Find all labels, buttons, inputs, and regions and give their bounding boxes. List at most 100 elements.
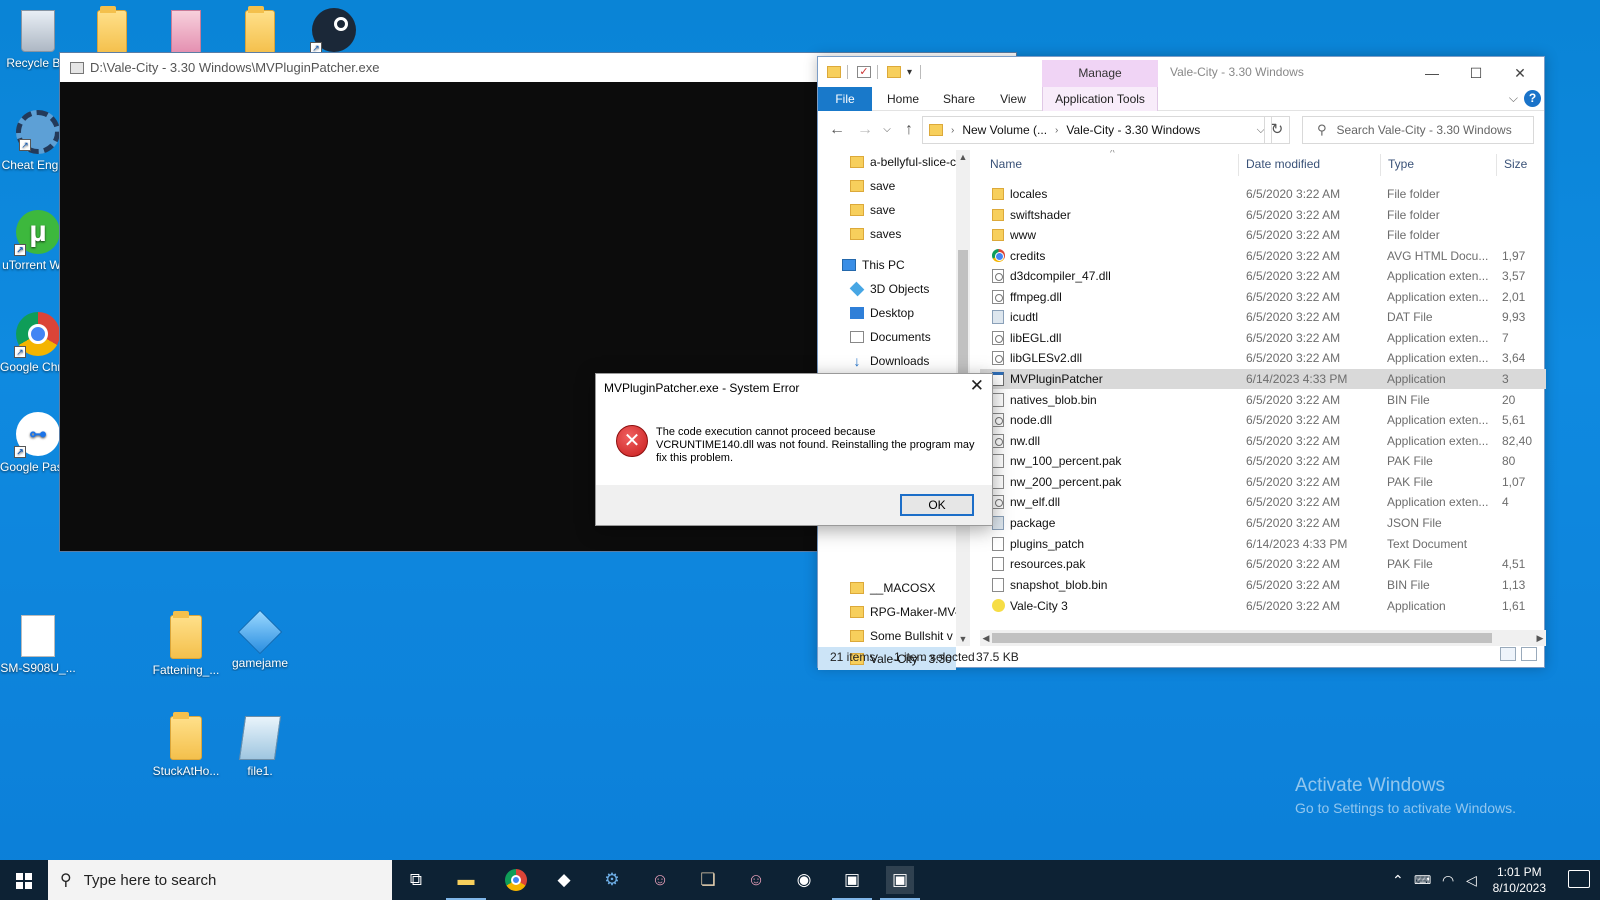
- table-row-selected[interactable]: MVPluginPatcher 6/14/2023 4:33 PM Applicat…: [980, 369, 1546, 389]
- refresh-icon[interactable]: ↻: [1264, 116, 1290, 144]
- column-divider[interactable]: [1380, 154, 1381, 176]
- tab-application-tools[interactable]: Application Tools: [1042, 87, 1158, 111]
- table-row[interactable]: nw_100_percent.pak 6/5/2020 3:22 AM PAK Fi…: [980, 451, 1546, 471]
- diamond-app-taskbar-icon[interactable]: ◆: [550, 866, 578, 894]
- table-row[interactable]: nw_elf.dll 6/5/2020 3:22 AM Application ex…: [980, 492, 1546, 512]
- table-row[interactable]: swiftshader 6/5/2020 3:22 AM File folder: [980, 205, 1546, 225]
- file-explorer-taskbar-icon[interactable]: ▬: [446, 866, 486, 900]
- desktop-icon-file1[interactable]: file1.: [222, 716, 298, 779]
- table-row[interactable]: ffmpeg.dll 6/5/2020 3:22 AM Application ex…: [980, 287, 1546, 307]
- table-row[interactable]: node.dll 6/5/2020 3:22 AM Application exte…: [980, 410, 1546, 430]
- forward-arrow-icon[interactable]: →: [854, 120, 876, 140]
- tab-share[interactable]: Share: [934, 87, 984, 111]
- task-view-icon[interactable]: ⧉: [402, 866, 430, 894]
- dialog-close-button[interactable]: ✕: [970, 376, 984, 396]
- scroll-down-icon[interactable]: ▼: [956, 634, 970, 644]
- taskbar-search-box[interactable]: ⚲ Type here to search: [48, 860, 392, 900]
- nav-item-this-pc[interactable]: This PC: [818, 253, 956, 276]
- column-divider[interactable]: [1496, 154, 1497, 176]
- new-folder-icon[interactable]: [887, 66, 901, 78]
- nav-item[interactable]: a-bellyful-slice-c: [818, 150, 956, 173]
- table-row[interactable]: www 6/5/2020 3:22 AM File folder: [980, 225, 1546, 245]
- scrollbar-thumb[interactable]: [992, 633, 1492, 643]
- minimize-button[interactable]: —: [1410, 61, 1454, 85]
- table-row[interactable]: Vale-City 3 6/5/2020 3:22 AM Application 1,…: [980, 596, 1546, 616]
- input-indicator-icon[interactable]: ⌨: [1414, 860, 1431, 900]
- table-row[interactable]: d3dcompiler_47.dll 6/5/2020 3:22 AM Applic…: [980, 266, 1546, 286]
- scroll-up-icon[interactable]: ▲: [956, 152, 970, 162]
- scroll-left-icon[interactable]: ◀: [980, 630, 992, 646]
- table-row[interactable]: natives_blob.bin 6/5/2020 3:22 AM BIN File…: [980, 390, 1546, 410]
- game-character-taskbar-icon[interactable]: ☺: [646, 866, 674, 894]
- table-row[interactable]: nw_200_percent.pak 6/5/2020 3:22 AM PAK Fi…: [980, 472, 1546, 492]
- desktop-icon-gamejame[interactable]: gamejame: [222, 609, 298, 671]
- maximize-button[interactable]: ☐: [1454, 61, 1498, 85]
- file-list-horizontal-scrollbar[interactable]: ◀ ▶: [980, 630, 1546, 646]
- close-button[interactable]: ✕: [1498, 61, 1542, 85]
- nav-item[interactable]: __MACOSX: [818, 576, 956, 599]
- desktop-icon-steam[interactable]: ↗: [296, 8, 372, 56]
- cheat-engine-taskbar-icon[interactable]: ⚙: [598, 866, 626, 894]
- column-header-name[interactable]: Name: [990, 150, 1022, 178]
- scroll-right-icon[interactable]: ▶: [1534, 630, 1546, 646]
- tab-home[interactable]: Home: [878, 87, 928, 111]
- table-row[interactable]: libEGL.dll 6/5/2020 3:22 AM Application ex…: [980, 328, 1546, 348]
- folder-icon[interactable]: [827, 66, 841, 78]
- table-row[interactable]: package 6/5/2020 3:22 AM JSON File: [980, 513, 1546, 533]
- nav-item-documents[interactable]: Documents: [818, 325, 956, 348]
- book-app-taskbar-icon[interactable]: ❏: [694, 866, 722, 894]
- table-row[interactable]: locales 6/5/2020 3:22 AM File folder: [980, 184, 1546, 204]
- show-hidden-icons-chevron-icon[interactable]: ⌃: [1392, 860, 1404, 900]
- table-row[interactable]: icudtl 6/5/2020 3:22 AM DAT File 9,93: [980, 307, 1546, 327]
- help-icon[interactable]: ?: [1524, 90, 1541, 107]
- desktop-icon-fattening[interactable]: Fattening_...: [148, 611, 224, 678]
- customize-toolbar-icon[interactable]: ▾: [907, 67, 912, 78]
- table-row[interactable]: snapshot_blob.bin 6/5/2020 3:22 AM BIN Fil…: [980, 575, 1546, 595]
- search-input[interactable]: ⚲ Search Vale-City - 3.30 Windows: [1302, 116, 1534, 144]
- desktop-icon-stuckatho[interactable]: StuckAtHo...: [148, 712, 224, 779]
- nav-item-desktop[interactable]: Desktop: [818, 301, 956, 324]
- google-passwords-taskbar-icon[interactable]: ◉: [790, 866, 818, 894]
- file-explorer-window[interactable]: ✓ ▾ Manage Vale-City - 3.30 Windows — ☐ …: [817, 56, 1546, 670]
- desktop-icon-top-folder-2[interactable]: [222, 6, 298, 58]
- up-arrow-icon[interactable]: ↑: [898, 120, 920, 140]
- properties-check-icon[interactable]: ✓: [857, 66, 871, 78]
- nav-item[interactable]: save: [818, 198, 956, 221]
- start-button[interactable]: [0, 860, 48, 900]
- table-row[interactable]: plugins_patch 6/14/2023 4:33 PM Text Docum…: [980, 534, 1546, 554]
- console-taskbar-icon[interactable]: ▣: [832, 866, 872, 900]
- chevron-right-icon[interactable]: ›: [951, 125, 954, 136]
- back-arrow-icon[interactable]: ←: [826, 120, 848, 140]
- ok-button[interactable]: OK: [900, 494, 974, 516]
- nav-item[interactable]: RPG-Maker-MV-: [818, 600, 956, 623]
- column-header-date[interactable]: Date modified: [1246, 150, 1320, 178]
- desktop-icon-top-image[interactable]: [148, 10, 224, 58]
- notification-center-icon[interactable]: [1568, 870, 1590, 888]
- file-list[interactable]: ^ Name Date modified Type Size locales 6/…: [980, 150, 1546, 630]
- nav-item[interactable]: saves: [818, 222, 956, 245]
- table-row[interactable]: resources.pak 6/5/2020 3:22 AM PAK File 4,5…: [980, 554, 1546, 574]
- breadcrumb-vale-city[interactable]: Vale-City - 3.30 Windows: [1066, 123, 1200, 137]
- table-row[interactable]: credits 6/5/2020 3:22 AM AVG HTML Docu... 1…: [980, 246, 1546, 266]
- system-error-dialog[interactable]: MVPluginPatcher.exe - System Error ✕ ✕ T…: [595, 373, 993, 526]
- volume-speaker-icon[interactable]: ◁: [1466, 860, 1477, 900]
- expand-ribbon-icon[interactable]: ⌵: [1509, 91, 1518, 106]
- system-clock[interactable]: 1:01 PM 8/10/2023: [1493, 864, 1546, 896]
- desktop-icon-sm-s908u[interactable]: SM-S908U_...: [0, 615, 76, 676]
- column-header-type[interactable]: Type: [1388, 150, 1414, 178]
- recent-locations-chevron-icon[interactable]: ⌵: [876, 120, 898, 140]
- nav-item-downloads[interactable]: ↓ Downloads: [818, 349, 956, 372]
- column-divider[interactable]: [1238, 154, 1239, 176]
- details-view-icon[interactable]: [1500, 647, 1516, 661]
- game-character-2-taskbar-icon[interactable]: ☺: [742, 866, 770, 894]
- chevron-right-icon[interactable]: ›: [1055, 125, 1058, 136]
- breadcrumb-new-volume[interactable]: New Volume (...: [962, 123, 1047, 137]
- chrome-taskbar-icon[interactable]: [502, 866, 530, 894]
- table-row[interactable]: nw.dll 6/5/2020 3:22 AM Application exten.…: [980, 431, 1546, 451]
- tab-view[interactable]: View: [990, 87, 1036, 111]
- tab-file[interactable]: File: [818, 87, 872, 111]
- desktop-icon-top-folder-1[interactable]: [74, 6, 150, 58]
- nav-item-3d-objects[interactable]: 3D Objects: [818, 277, 956, 300]
- column-header-size[interactable]: Size: [1504, 150, 1527, 178]
- large-icons-view-icon[interactable]: [1521, 647, 1537, 661]
